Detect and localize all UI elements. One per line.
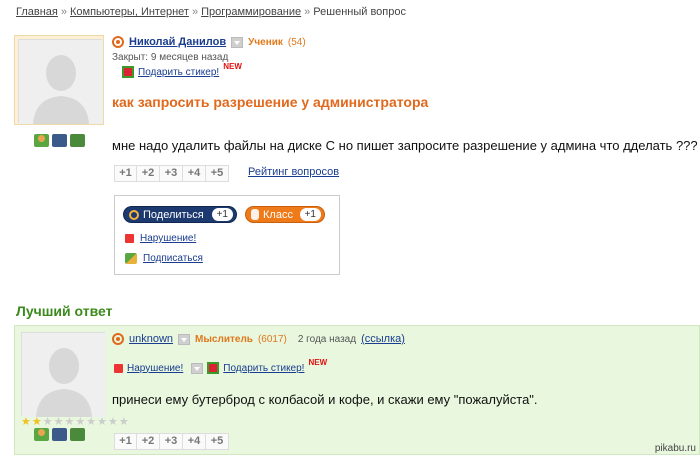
report-violation-label[interactable]: Нарушение! bbox=[127, 363, 183, 374]
breadcrumb: Главная» Компьютеры, Интернет» Программиро… bbox=[16, 6, 406, 18]
star-empty-icon: ★ bbox=[42, 416, 53, 428]
answer-author: unknown Мыслитель (6017) 2 года назад (с… bbox=[112, 333, 405, 345]
author-name[interactable]: unknown bbox=[129, 333, 173, 345]
question-vote-bar: +1 +2 +3 +4 +5 bbox=[114, 165, 229, 182]
star-empty-icon: ★ bbox=[75, 416, 86, 428]
camera-icon[interactable] bbox=[52, 134, 67, 147]
breadcrumb-home[interactable]: Главная bbox=[16, 6, 58, 18]
warning-icon bbox=[125, 234, 134, 243]
share-ok-count: +1 bbox=[299, 208, 321, 221]
share-mail-label: Поделиться bbox=[143, 208, 204, 221]
answer-actions: Нарушение! Подарить стикер! NEW bbox=[114, 358, 327, 374]
vote-plus5-button[interactable]: +5 bbox=[206, 433, 229, 450]
subscribe-icon bbox=[125, 253, 137, 264]
answer-permalink[interactable]: (ссылка) bbox=[361, 333, 405, 345]
star-empty-icon: ★ bbox=[108, 416, 118, 428]
vote-plus2-button[interactable]: +2 bbox=[137, 165, 160, 182]
author-points: (54) bbox=[287, 36, 306, 48]
author-rank: Ученик bbox=[248, 36, 283, 48]
report-violation-label[interactable]: Нарушение! bbox=[140, 233, 196, 244]
new-badge: NEW bbox=[308, 357, 328, 367]
share-mail-count: +1 bbox=[211, 208, 233, 221]
author-rank: Мыслитель bbox=[195, 333, 253, 345]
star-empty-icon: ★ bbox=[118, 416, 129, 428]
answer-body: принеси ему бутерброд с колбасой и кофе,… bbox=[112, 392, 538, 407]
vote-plus1-button[interactable]: +1 bbox=[114, 165, 137, 182]
share-box: Поделиться +1 Класс +1 Нарушение! Подпис… bbox=[114, 195, 340, 275]
share-ok-button[interactable]: Класс +1 bbox=[245, 206, 325, 223]
camera-icon[interactable] bbox=[52, 428, 67, 441]
answer-time: 2 года назад bbox=[297, 333, 357, 345]
subscribe-label[interactable]: Подписаться bbox=[143, 253, 203, 264]
avatar[interactable] bbox=[18, 39, 103, 124]
question-avatar-frame bbox=[14, 35, 104, 125]
video-icon[interactable] bbox=[70, 428, 85, 441]
vote-plus1-button[interactable]: +1 bbox=[114, 433, 137, 450]
vote-plus4-button[interactable]: +4 bbox=[183, 433, 206, 450]
divider-box-icon bbox=[191, 362, 204, 374]
gift-sticker-label[interactable]: Подарить стикер! bbox=[138, 67, 219, 78]
breadcrumb-separator: » bbox=[60, 6, 67, 18]
vote-plus5-button[interactable]: +5 bbox=[206, 165, 229, 182]
best-answer-heading: Лучший ответ bbox=[16, 303, 113, 319]
answer-vote-bar: +1 +2 +3 +4 +5 bbox=[114, 433, 229, 450]
warning-icon bbox=[114, 363, 123, 373]
question-body: мне надо удалить файлы на диске С но пиш… bbox=[112, 138, 698, 153]
user-status-icon[interactable] bbox=[34, 134, 49, 147]
question-title: как запросить разрешение у администратор… bbox=[112, 94, 429, 110]
author-name[interactable]: Николай Данилов bbox=[129, 36, 226, 48]
vote-plus3-button[interactable]: +3 bbox=[160, 165, 183, 182]
gift-icon bbox=[122, 66, 134, 78]
breadcrumb-separator: » bbox=[191, 6, 199, 18]
user-icons bbox=[34, 134, 85, 147]
star-filled-icon: ★ bbox=[21, 416, 31, 428]
avatar[interactable] bbox=[21, 332, 106, 417]
star-empty-icon: ★ bbox=[97, 416, 107, 428]
vote-plus3-button[interactable]: +3 bbox=[160, 433, 183, 450]
user-icons bbox=[34, 428, 85, 441]
user-rating-stars: ★ ★ ★ ★ ★ ★ ★ ★ ★ ★ bbox=[21, 417, 129, 428]
chevron-down-icon[interactable] bbox=[231, 36, 244, 48]
breadcrumb-programming[interactable]: Программирование bbox=[201, 6, 301, 18]
report-violation[interactable]: Нарушение! bbox=[125, 233, 196, 244]
vote-plus2-button[interactable]: +2 bbox=[137, 433, 160, 450]
vote-plus4-button[interactable]: +4 bbox=[183, 165, 206, 182]
breadcrumb-separator: » bbox=[304, 6, 311, 18]
video-icon[interactable] bbox=[70, 134, 85, 147]
star-empty-icon: ★ bbox=[86, 416, 97, 428]
gift-sticker-label[interactable]: Подарить стикер! bbox=[223, 363, 304, 374]
odnoklassniki-icon bbox=[251, 209, 259, 220]
share-mail-button[interactable]: Поделиться +1 bbox=[123, 206, 237, 223]
star-empty-icon: ★ bbox=[64, 416, 75, 428]
star-filled-icon: ★ bbox=[31, 416, 42, 428]
gift-sticker-link[interactable]: Подарить стикер! NEW bbox=[122, 62, 242, 78]
chevron-down-icon[interactable] bbox=[178, 333, 191, 345]
gift-icon bbox=[207, 362, 220, 374]
question-author: Николай Данилов Ученик (54) bbox=[112, 36, 306, 48]
mail-at-icon bbox=[112, 333, 124, 345]
user-status-icon[interactable] bbox=[34, 428, 49, 441]
author-points: (6017) bbox=[257, 333, 287, 345]
share-ok-label: Класс bbox=[263, 208, 293, 221]
breadcrumb-computers[interactable]: Компьютеры, Интернет bbox=[70, 6, 189, 18]
mail-at-icon bbox=[112, 36, 124, 48]
closed-status: Закрыт: 9 месяцев назад bbox=[112, 52, 229, 63]
question-rating-link[interactable]: Рейтинг вопросов bbox=[248, 166, 339, 178]
star-empty-icon: ★ bbox=[53, 416, 64, 428]
breadcrumb-current: Решенный вопрос bbox=[313, 6, 406, 18]
subscribe[interactable]: Подписаться bbox=[125, 253, 203, 264]
new-badge: NEW bbox=[223, 61, 242, 71]
mail-at-icon bbox=[129, 209, 139, 220]
watermark: pikabu.ru bbox=[654, 443, 696, 454]
